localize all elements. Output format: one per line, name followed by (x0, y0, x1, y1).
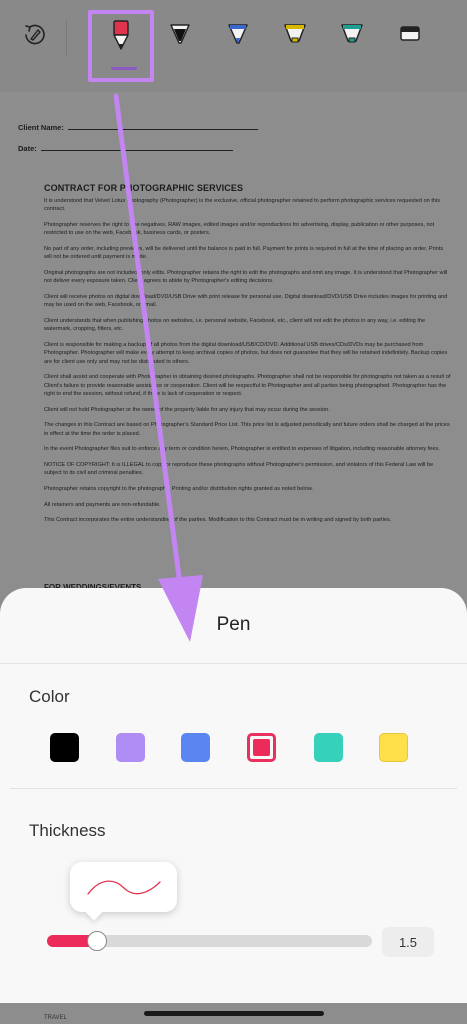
stroke-preview (70, 862, 177, 912)
document-title: CONTRACT FOR PHOTOGRAPHIC SERVICES (44, 183, 244, 193)
document-paragraph: Client understands that when publishing … (44, 318, 426, 333)
document-paragraph: Original photographs are not included, o… (44, 270, 448, 285)
sheet-title: Pen (216, 614, 251, 635)
document-paragraph: Photographer retains copyright to the ph… (44, 486, 313, 492)
black-marker-icon[interactable] (160, 14, 200, 54)
document-body: It is understood that Velvet Lotus Photo… (44, 197, 452, 532)
document-paragraph: This Contract incorporates the entire un… (44, 517, 392, 524)
annotation-toolbar (0, 0, 467, 92)
document-paragraph: The changes in this Contract are based o… (44, 422, 450, 437)
toolbar-divider (66, 20, 67, 56)
color-swatch[interactable] (181, 733, 210, 762)
document-paragraph: No part of any order, including previews… (44, 246, 444, 261)
thickness-slider-thumb[interactable] (87, 931, 108, 951)
yellow-highlighter-icon[interactable] (275, 14, 315, 54)
client-name-field: Client Name: (18, 123, 258, 132)
selected-tool-indicator (111, 67, 137, 70)
color-label: Color (29, 687, 70, 706)
document-paragraph: It is understood that Velvet Lotus Photo… (44, 198, 441, 213)
color-swatch[interactable] (379, 733, 408, 762)
divider (10, 788, 457, 789)
thickness-label: Thickness (29, 821, 106, 840)
teal-highlighter-icon[interactable] (332, 14, 372, 54)
document-paragraph: Client is responsible for making a backu… (44, 342, 448, 365)
document-paragraph: NOTICE OF COPYRIGHT: It is ILLEGAL to co… (44, 462, 434, 477)
red-pen-icon[interactable] (101, 16, 141, 56)
divider (0, 663, 467, 664)
color-swatch[interactable] (116, 733, 145, 762)
document-paragraph: Client shall assist and cooperate with P… (44, 374, 451, 398)
lasso-undo-icon[interactable] (14, 14, 54, 54)
thickness-value[interactable]: 1.5 (382, 927, 434, 957)
document-paragraph: Client will not hold Photographer or the… (44, 406, 330, 413)
blue-marker-icon[interactable] (218, 14, 258, 54)
date-field: Date: (18, 144, 233, 153)
document-paragraph: Photographer reserves the right to use n… (44, 222, 435, 237)
color-swatch[interactable] (50, 733, 79, 762)
home-indicator[interactable] (144, 1011, 324, 1016)
document-paragraph: In the event Photographer files suit to … (44, 446, 440, 453)
color-swatch-selected[interactable] (247, 733, 276, 762)
pen-settings-sheet: Pen Color Thickness 1.5 (0, 588, 467, 1024)
color-swatch[interactable] (314, 733, 343, 762)
document-paragraph: All retainers and payments are non-refun… (44, 501, 161, 508)
document-footer-text: TRAVEL (44, 1015, 67, 1021)
document-paragraph: Client will receive photos on digital do… (44, 294, 448, 309)
eraser-icon[interactable] (390, 14, 430, 54)
contract-document: Client Name: Date: CONTRACT FOR PHOTOGRA… (0, 95, 467, 615)
